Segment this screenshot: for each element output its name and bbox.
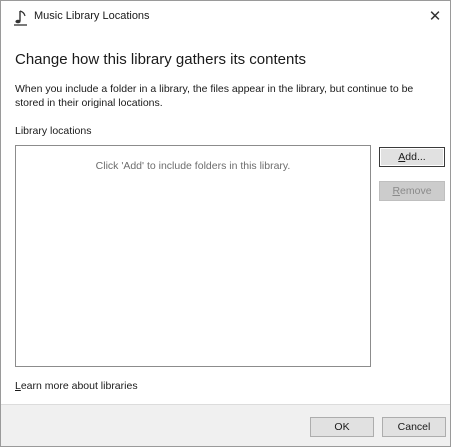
library-description: When you include a folder in a library, … [15,83,414,109]
close-button[interactable]: ✕ [420,1,450,31]
music-library-locations-dialog: Music Library Locations ✕ Change how thi… [0,0,451,447]
library-locations-label: Library locations [15,125,92,137]
close-icon: ✕ [428,7,442,25]
title-bar[interactable]: Music Library Locations ✕ [1,1,450,33]
empty-list-hint: Click 'Add' to include folders in this l… [95,160,291,172]
dialog-footer: OK Cancel [1,404,450,446]
ok-button[interactable]: OK [310,417,374,437]
remove-button[interactable]: Remove [379,181,445,201]
music-note-icon [13,9,29,27]
add-button[interactable]: Add... [379,147,445,167]
cancel-button[interactable]: Cancel [382,417,446,437]
page-heading: Change how this library gathers its cont… [15,51,306,68]
learn-more-label: earn more about libraries [20,380,138,392]
add-label: dd... [405,151,426,163]
window-title: Music Library Locations [34,10,150,22]
learn-more-link[interactable]: Learn more about libraries [15,380,138,392]
remove-label: emove [400,185,432,197]
remove-accelerator: R [392,185,401,197]
library-locations-list[interactable]: Click 'Add' to include folders in this l… [15,145,371,367]
